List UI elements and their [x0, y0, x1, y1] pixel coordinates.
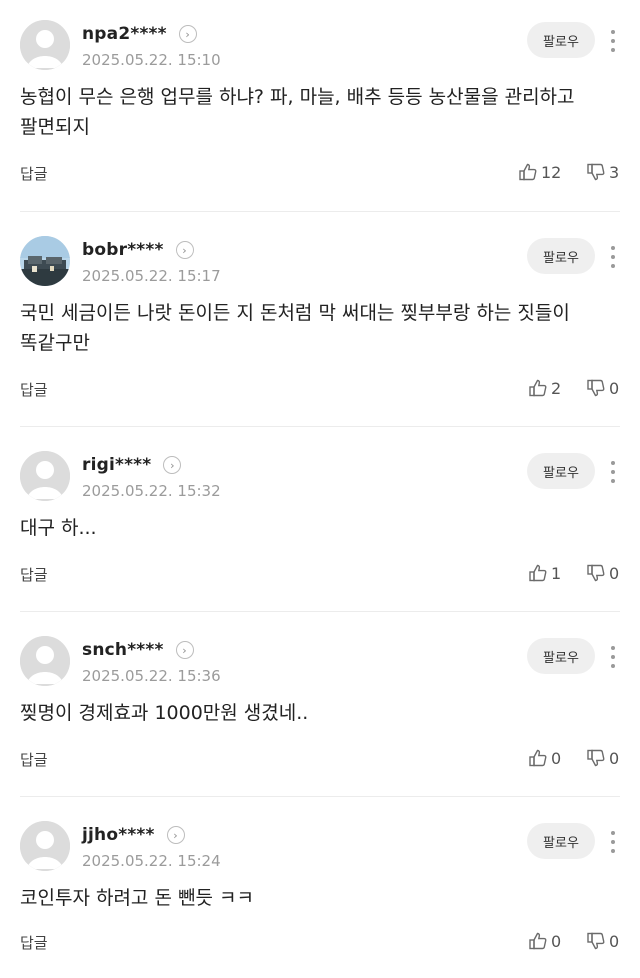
- comment-date: 2025.05.22. 15:17: [82, 267, 221, 285]
- thumbs-up-icon: [519, 163, 537, 181]
- default-avatar-icon[interactable]: [20, 636, 70, 686]
- thumbs-down-icon: [587, 932, 605, 950]
- thumbs-up-icon: [529, 932, 547, 950]
- nickname-text[interactable]: jjho****: [82, 825, 155, 845]
- nickname[interactable]: snch**** ›: [82, 640, 194, 660]
- nickname-text[interactable]: rigi****: [82, 455, 151, 475]
- comment-text: 국민 세금이든 나랏 돈이든 지 돈처럼 막 써대는 찢부부랑 하는 짓들이 똑…: [20, 302, 570, 354]
- thumbs-down-icon: [587, 163, 605, 181]
- comment-text: 찢명이 경제효과 1000만원 생겼네..: [20, 702, 309, 724]
- dislike-button[interactable]: 3: [586, 162, 619, 182]
- chevron-right-icon[interactable]: ›: [163, 456, 182, 474]
- dislike-button[interactable]: 0: [586, 748, 619, 768]
- dislike-count: 0: [609, 378, 620, 398]
- chevron-right-icon[interactable]: ›: [166, 826, 185, 844]
- chevron-right-icon[interactable]: ›: [175, 241, 194, 259]
- like-count: 2: [551, 378, 562, 398]
- comment-date: 2025.05.22. 15:24: [82, 852, 221, 870]
- nickname-text[interactable]: bobr****: [82, 240, 164, 260]
- divider: [20, 796, 620, 797]
- comment-text: 코인투자 하려고 돈 뺀듯 ㅋㅋ: [20, 887, 254, 909]
- like-button[interactable]: 0: [528, 931, 561, 951]
- profile-photo-avatar[interactable]: [20, 236, 70, 286]
- dislike-button[interactable]: 0: [586, 931, 619, 951]
- thumbs-up-icon: [529, 749, 547, 767]
- more-options-icon[interactable]: [608, 461, 618, 483]
- reply-button[interactable]: 답글: [20, 749, 48, 770]
- like-button[interactable]: 2: [528, 378, 561, 398]
- like-count: 1: [551, 563, 562, 583]
- follow-button[interactable]: 팔로우: [527, 22, 595, 58]
- divider: [20, 426, 620, 427]
- like-count: 0: [551, 931, 562, 951]
- follow-button[interactable]: 팔로우: [527, 453, 595, 489]
- follow-button[interactable]: 팔로우: [527, 238, 595, 274]
- dislike-count: 0: [609, 748, 620, 768]
- nickname-text[interactable]: snch****: [82, 640, 164, 660]
- follow-button[interactable]: 팔로우: [527, 638, 595, 674]
- dislike-count: 0: [609, 563, 620, 583]
- comment-date: 2025.05.22. 15:10: [82, 51, 221, 69]
- like-count: 0: [551, 748, 562, 768]
- thumbs-down-icon: [587, 564, 605, 582]
- like-button[interactable]: 1: [528, 563, 561, 583]
- reply-button[interactable]: 답글: [20, 932, 48, 953]
- comment-date: 2025.05.22. 15:36: [82, 667, 221, 685]
- divider: [20, 211, 620, 212]
- comment-list: npa2**** › 2025.05.22. 15:10 팔로우 농협이 무슨 은…: [0, 0, 640, 978]
- thumbs-down-icon: [587, 749, 605, 767]
- more-options-icon[interactable]: [608, 646, 618, 668]
- like-count: 12: [541, 162, 562, 182]
- comment-text: 농협이 무슨 은행 업무를 하냐? 파, 마늘, 배추 등등 농산물을 관리하고…: [20, 86, 575, 138]
- nickname[interactable]: rigi**** ›: [82, 455, 182, 475]
- thumbs-up-icon: [529, 379, 547, 397]
- chevron-right-icon[interactable]: ›: [175, 641, 194, 659]
- default-avatar-icon[interactable]: [20, 20, 70, 70]
- comment-date: 2025.05.22. 15:32: [82, 482, 221, 500]
- dislike-button[interactable]: 0: [586, 378, 619, 398]
- nickname[interactable]: jjho**** ›: [82, 825, 185, 845]
- like-button[interactable]: 12: [518, 162, 561, 182]
- thumbs-up-icon: [529, 564, 547, 582]
- reply-button[interactable]: 답글: [20, 564, 48, 585]
- dislike-button[interactable]: 0: [586, 563, 619, 583]
- dislike-count: 3: [609, 162, 620, 182]
- default-avatar-icon[interactable]: [20, 821, 70, 871]
- reply-button[interactable]: 답글: [20, 379, 48, 400]
- more-options-icon[interactable]: [608, 246, 618, 268]
- nickname-text[interactable]: npa2****: [82, 24, 167, 44]
- like-button[interactable]: 0: [528, 748, 561, 768]
- thumbs-down-icon: [587, 379, 605, 397]
- nickname[interactable]: bobr**** ›: [82, 240, 194, 260]
- dislike-count: 0: [609, 931, 620, 951]
- comment-text: 대구 하...: [20, 517, 97, 539]
- reply-button[interactable]: 답글: [20, 163, 48, 184]
- chevron-right-icon[interactable]: ›: [178, 25, 197, 43]
- nickname[interactable]: npa2**** ›: [82, 24, 197, 44]
- more-options-icon[interactable]: [608, 30, 618, 52]
- more-options-icon[interactable]: [608, 831, 618, 853]
- follow-button[interactable]: 팔로우: [527, 823, 595, 859]
- divider: [20, 611, 620, 612]
- default-avatar-icon[interactable]: [20, 451, 70, 501]
